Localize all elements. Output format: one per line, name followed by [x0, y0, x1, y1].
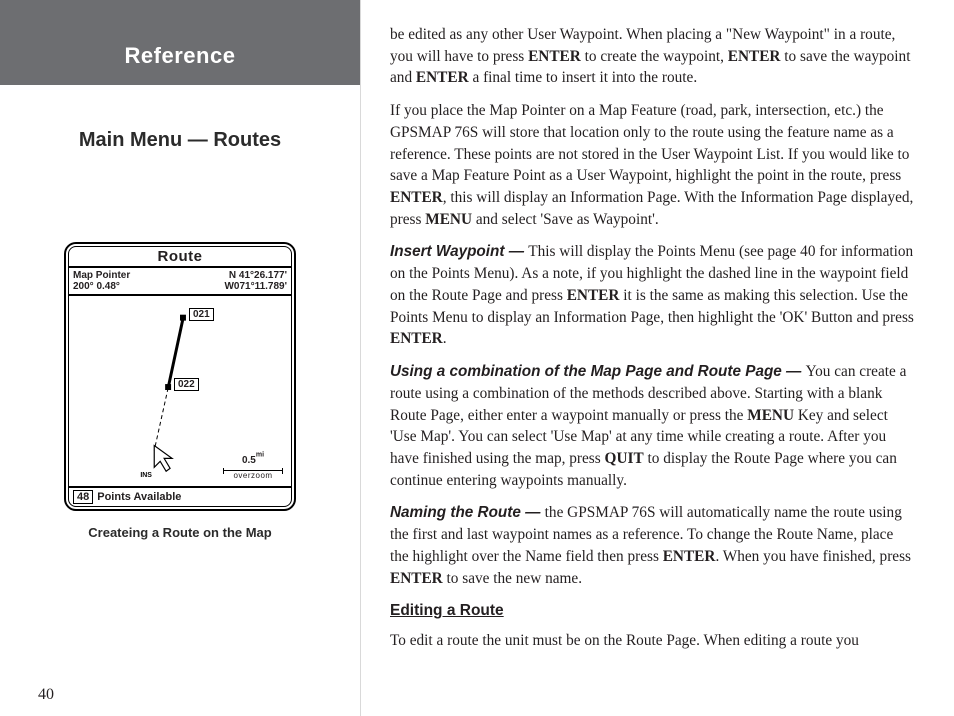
lead-naming-route: Naming the Route —: [390, 504, 545, 521]
svg-text:INS: INS: [140, 472, 152, 479]
scale-unit: mi: [256, 452, 264, 459]
para-3: Insert Waypoint — This will display the …: [390, 241, 914, 350]
coord-right: N 41°26.177' W071°11.789': [180, 268, 291, 294]
para-1: be edited as any other User Waypoint. Wh…: [390, 24, 914, 89]
longitude: W071°11.789': [184, 281, 287, 292]
page-number: 40: [38, 686, 54, 704]
figure-caption: Createing a Route on the Map: [64, 525, 296, 540]
coord-row: Map Pointer 200° 0.48° N 41°26.177' W071…: [69, 268, 291, 296]
map-area: INS 021 022 0.5mi overzoom: [69, 296, 291, 486]
section-subtitle: Main Menu — Routes: [0, 129, 360, 152]
scale-value: 0.5: [242, 455, 256, 466]
device-title: Route: [69, 247, 291, 268]
status-bar: 48 Points Available: [69, 486, 291, 506]
para-6: To edit a route the unit must be on the …: [390, 630, 914, 652]
waypoint-022: 022: [174, 374, 199, 392]
para-2: If you place the Map Pointer on a Map Fe…: [390, 100, 914, 230]
manual-page: Reference Main Menu — Routes Route Map P…: [0, 0, 954, 716]
latitude: N 41°26.177': [184, 270, 287, 281]
para-5: Naming the Route — the GPSMAP 76S will a…: [390, 502, 914, 589]
device-screen: Route Map Pointer 200° 0.48° N 41°26.177…: [68, 246, 292, 507]
body-column: be edited as any other User Waypoint. Wh…: [360, 0, 954, 716]
coord-left: Map Pointer 200° 0.48°: [69, 268, 180, 294]
device-frame: Route Map Pointer 200° 0.48° N 41°26.177…: [64, 242, 296, 511]
reference-title: Reference: [125, 43, 236, 69]
left-column: Reference Main Menu — Routes Route Map P…: [0, 0, 360, 716]
pointer-label: Map Pointer: [73, 270, 176, 281]
lead-insert-waypoint: Insert Waypoint —: [390, 243, 528, 260]
scale-bar: 0.5mi overzoom: [223, 450, 283, 480]
points-label: Points Available: [97, 491, 181, 503]
waypoint-021: 021: [189, 304, 214, 322]
pointer-info: 200° 0.48°: [73, 281, 176, 292]
device-figure: Route Map Pointer 200° 0.48° N 41°26.177…: [64, 242, 296, 540]
editing-route-heading: Editing a Route: [390, 600, 914, 622]
para-4: Using a combination of the Map Page and …: [390, 361, 914, 491]
overzoom-label: overzoom: [223, 471, 283, 480]
reference-header: Reference: [0, 0, 360, 85]
lead-map-route-combo: Using a combination of the Map Page and …: [390, 363, 806, 380]
points-count: 48: [73, 490, 93, 504]
